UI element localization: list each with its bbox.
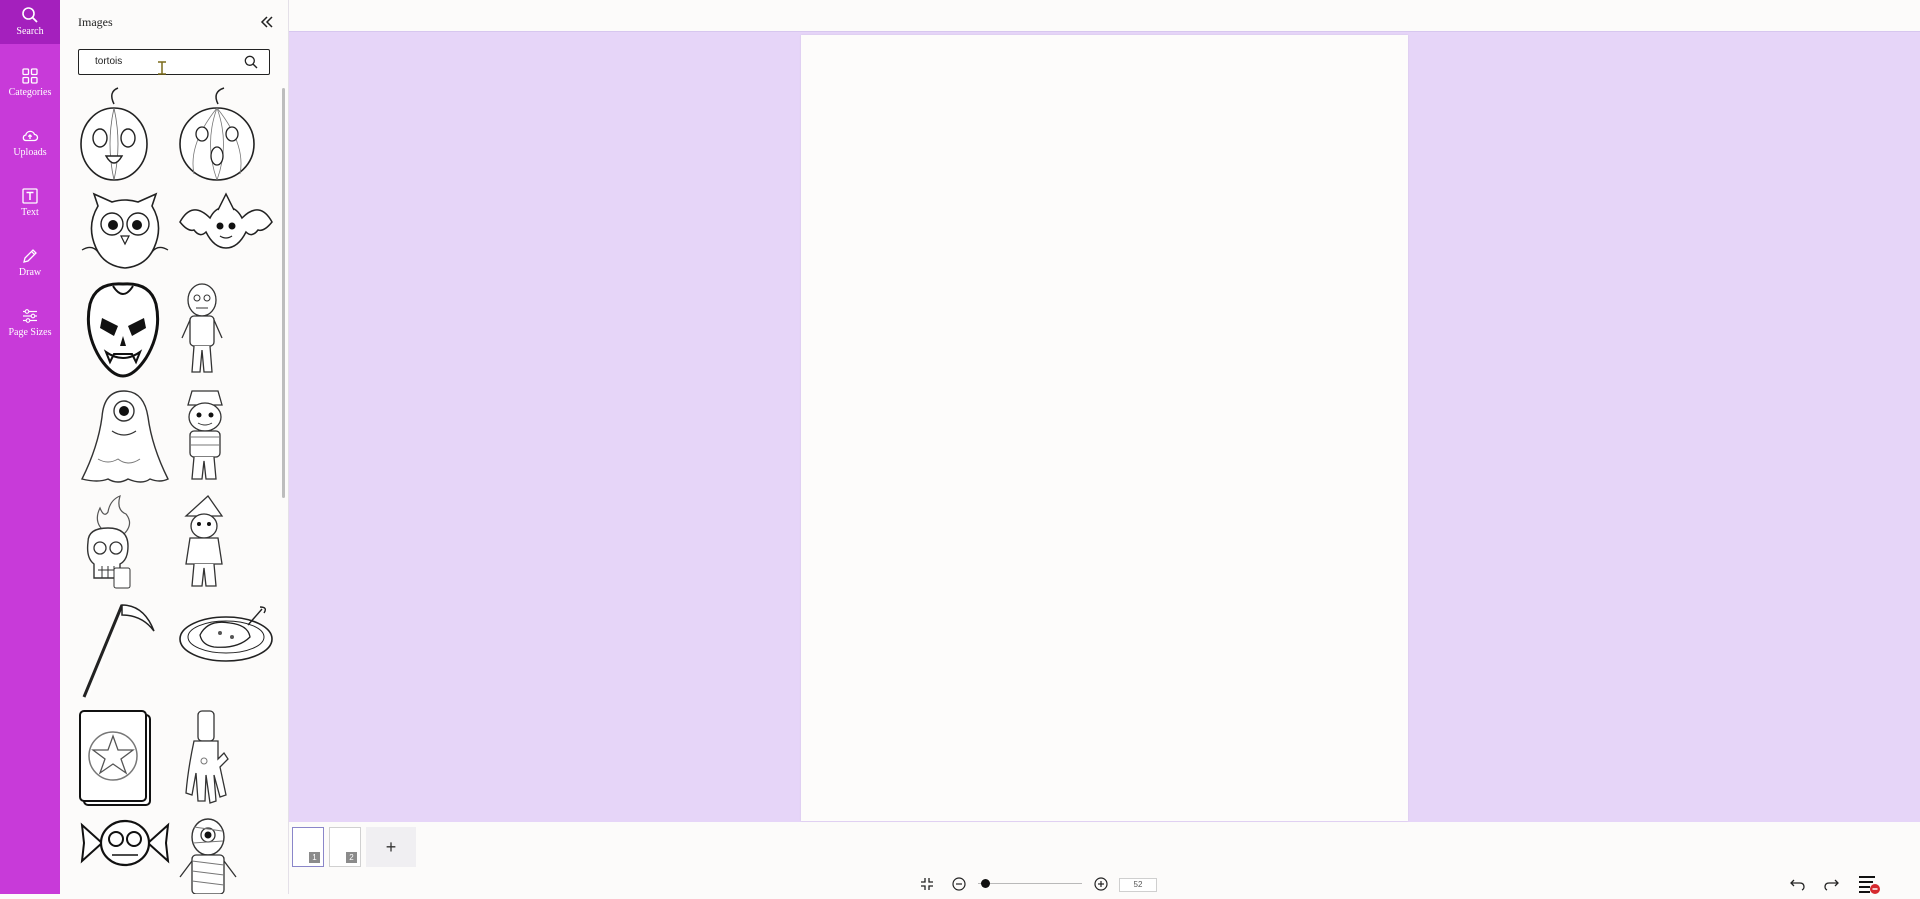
- image-result-vampire-face[interactable]: [78, 280, 168, 378]
- page-number: 2: [346, 852, 357, 863]
- sidebar-item-label: Search: [16, 26, 44, 37]
- sidebar-item-label: Uploads: [13, 147, 47, 158]
- image-result-zombie[interactable]: [178, 282, 226, 378]
- pumpkin-icon: [179, 87, 255, 181]
- sidebar-item-page-sizes[interactable]: Page Sizes: [0, 307, 60, 338]
- image-result-zombie-hand[interactable]: [178, 709, 238, 807]
- zoom-out-icon: [952, 877, 966, 891]
- undo-button[interactable]: [1789, 876, 1807, 892]
- design-page[interactable]: [801, 35, 1408, 821]
- bat-icon: [179, 192, 273, 249]
- image-result-pumpkin-1[interactable]: [78, 86, 150, 182]
- zoom-slider-handle[interactable]: [981, 879, 990, 888]
- panel-title: Images: [78, 15, 113, 29]
- page-thumbnail-1[interactable]: 1: [292, 827, 324, 867]
- text-cursor-icon: [156, 60, 168, 76]
- image-result-pumpkin-2[interactable]: [178, 86, 256, 182]
- zoom-in-icon: [1094, 877, 1108, 891]
- redo-button[interactable]: [1822, 876, 1840, 892]
- layers-remove-icon: [1859, 876, 1880, 894]
- image-result-cyclops-ghost[interactable]: [78, 387, 170, 485]
- sidebar-item-draw[interactable]: Draw: [0, 247, 60, 278]
- zoom-in-button[interactable]: [1093, 876, 1109, 892]
- image-result-scythe[interactable]: [78, 601, 156, 699]
- scythe-icon: [82, 604, 155, 698]
- collapse-panel-button[interactable]: [257, 12, 277, 32]
- sidebar-item-label: Categories: [8, 87, 52, 98]
- grid-icon: [22, 68, 38, 84]
- cloud-upload-icon: [22, 130, 39, 142]
- zombie-icon: [181, 283, 223, 373]
- pirate-kid-icon: [187, 390, 223, 480]
- collapse-arrows-icon: [921, 878, 933, 890]
- panel-scrollbar[interactable]: [282, 88, 285, 498]
- mummy-icon: [179, 818, 237, 894]
- page-thumbnail-2[interactable]: 2: [329, 827, 361, 867]
- image-result-witch-kid[interactable]: [178, 494, 230, 592]
- image-result-bat[interactable]: [178, 192, 274, 252]
- roast-platter-icon: [179, 606, 273, 662]
- redo-icon: [1824, 879, 1839, 891]
- sidebar-item-label: Page Sizes: [8, 327, 52, 338]
- text-icon: [22, 188, 38, 204]
- sidebar-item-categories[interactable]: Categories: [0, 67, 60, 98]
- cyclops-ghost-icon: [80, 390, 169, 483]
- sidebar-item-uploads[interactable]: Uploads: [0, 127, 60, 158]
- zoom-out-button[interactable]: [951, 876, 967, 892]
- witch-kid-icon: [184, 495, 224, 587]
- undo-icon: [1790, 879, 1805, 891]
- sliders-icon: [23, 309, 37, 323]
- pumpkin-icon: [80, 87, 148, 181]
- layers-menu-button[interactable]: [1857, 874, 1881, 894]
- zoom-value-field[interactable]: 52: [1119, 878, 1157, 892]
- page-number: 1: [309, 852, 320, 863]
- sidebar-item-label: Text: [21, 207, 39, 218]
- sidebar-item-search[interactable]: Search: [0, 0, 60, 44]
- image-search-box: [78, 49, 270, 75]
- image-search-button[interactable]: [243, 54, 259, 70]
- image-result-flaming-skull[interactable]: [78, 494, 140, 592]
- images-panel: Images: [60, 0, 289, 894]
- tarot-card-icon: [79, 710, 151, 806]
- search-icon: [244, 55, 258, 69]
- image-result-owl[interactable]: [78, 192, 172, 270]
- double-chevron-left-icon: [260, 16, 273, 28]
- image-result-tarot-card[interactable]: [78, 709, 154, 807]
- search-icon: [22, 7, 38, 23]
- sidebar-rail: Search Categories Uploads Text Draw Page…: [0, 0, 60, 894]
- fit-to-screen-button[interactable]: [919, 876, 935, 892]
- zombie-hand-icon: [185, 710, 229, 804]
- image-result-mummy[interactable]: [178, 817, 238, 894]
- vampire-face-icon: [86, 282, 160, 378]
- sidebar-item-label: Draw: [18, 267, 42, 278]
- image-result-skull-candy[interactable]: [78, 817, 172, 869]
- pencil-icon: [23, 249, 37, 263]
- image-result-pirate-kid[interactable]: [178, 387, 232, 485]
- owl-icon: [81, 192, 169, 269]
- sidebar-item-text[interactable]: Text: [0, 187, 60, 218]
- image-result-roast-platter[interactable]: [178, 601, 274, 663]
- zoom-slider-track[interactable]: [978, 883, 1082, 884]
- skull-candy-icon: [80, 819, 170, 867]
- add-page-button[interactable]: +: [366, 827, 416, 867]
- flaming-skull-icon: [86, 494, 131, 589]
